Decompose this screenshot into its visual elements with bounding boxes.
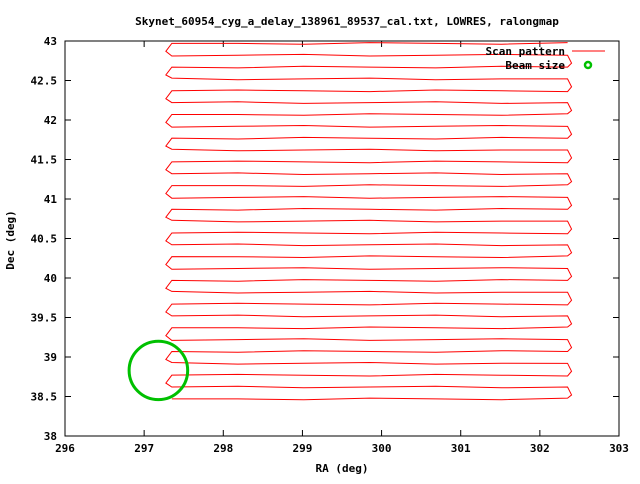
x-tick-label: 302	[530, 442, 550, 455]
x-tick-label: 301	[451, 442, 471, 455]
x-axis-label: RA (deg)	[316, 462, 369, 475]
scan-chart: Skynet_60954_cyg_a_delay_138961_89537_ca…	[4, 15, 629, 475]
legend-label-scan: Scan pattern	[486, 45, 565, 58]
x-tick-label: 298	[213, 442, 233, 455]
x-tick-label: 297	[134, 442, 154, 455]
legend-label-beam: Beam size	[505, 59, 565, 72]
x-tick-label: 296	[55, 442, 75, 455]
y-tick-label: 42	[44, 114, 57, 127]
y-tick-label: 40	[44, 272, 57, 285]
y-tick-label: 42.5	[31, 75, 58, 88]
plot-frame	[64, 40, 620, 437]
scan-pattern-line	[165, 42, 573, 401]
y-tick-label: 38.5	[31, 391, 58, 404]
y-tick-label: 41	[44, 193, 58, 206]
y-tick-label: 41.5	[31, 154, 58, 167]
y-tick-label: 38	[44, 430, 57, 443]
y-tick-label: 43	[44, 35, 57, 48]
y-axis-label: Dec (deg)	[4, 210, 17, 270]
chart-title: Skynet_60954_cyg_a_delay_138961_89537_ca…	[135, 15, 559, 28]
y-tick-label: 39	[44, 351, 57, 364]
x-tick-label: 303	[609, 442, 629, 455]
beam-size-circle	[127, 339, 190, 402]
legend-marker-beam	[583, 60, 593, 70]
x-tick-label: 300	[372, 442, 392, 455]
y-tick-label: 40.5	[31, 233, 58, 246]
x-tick-label: 299	[292, 442, 312, 455]
y-tick-label: 39.5	[31, 312, 58, 325]
